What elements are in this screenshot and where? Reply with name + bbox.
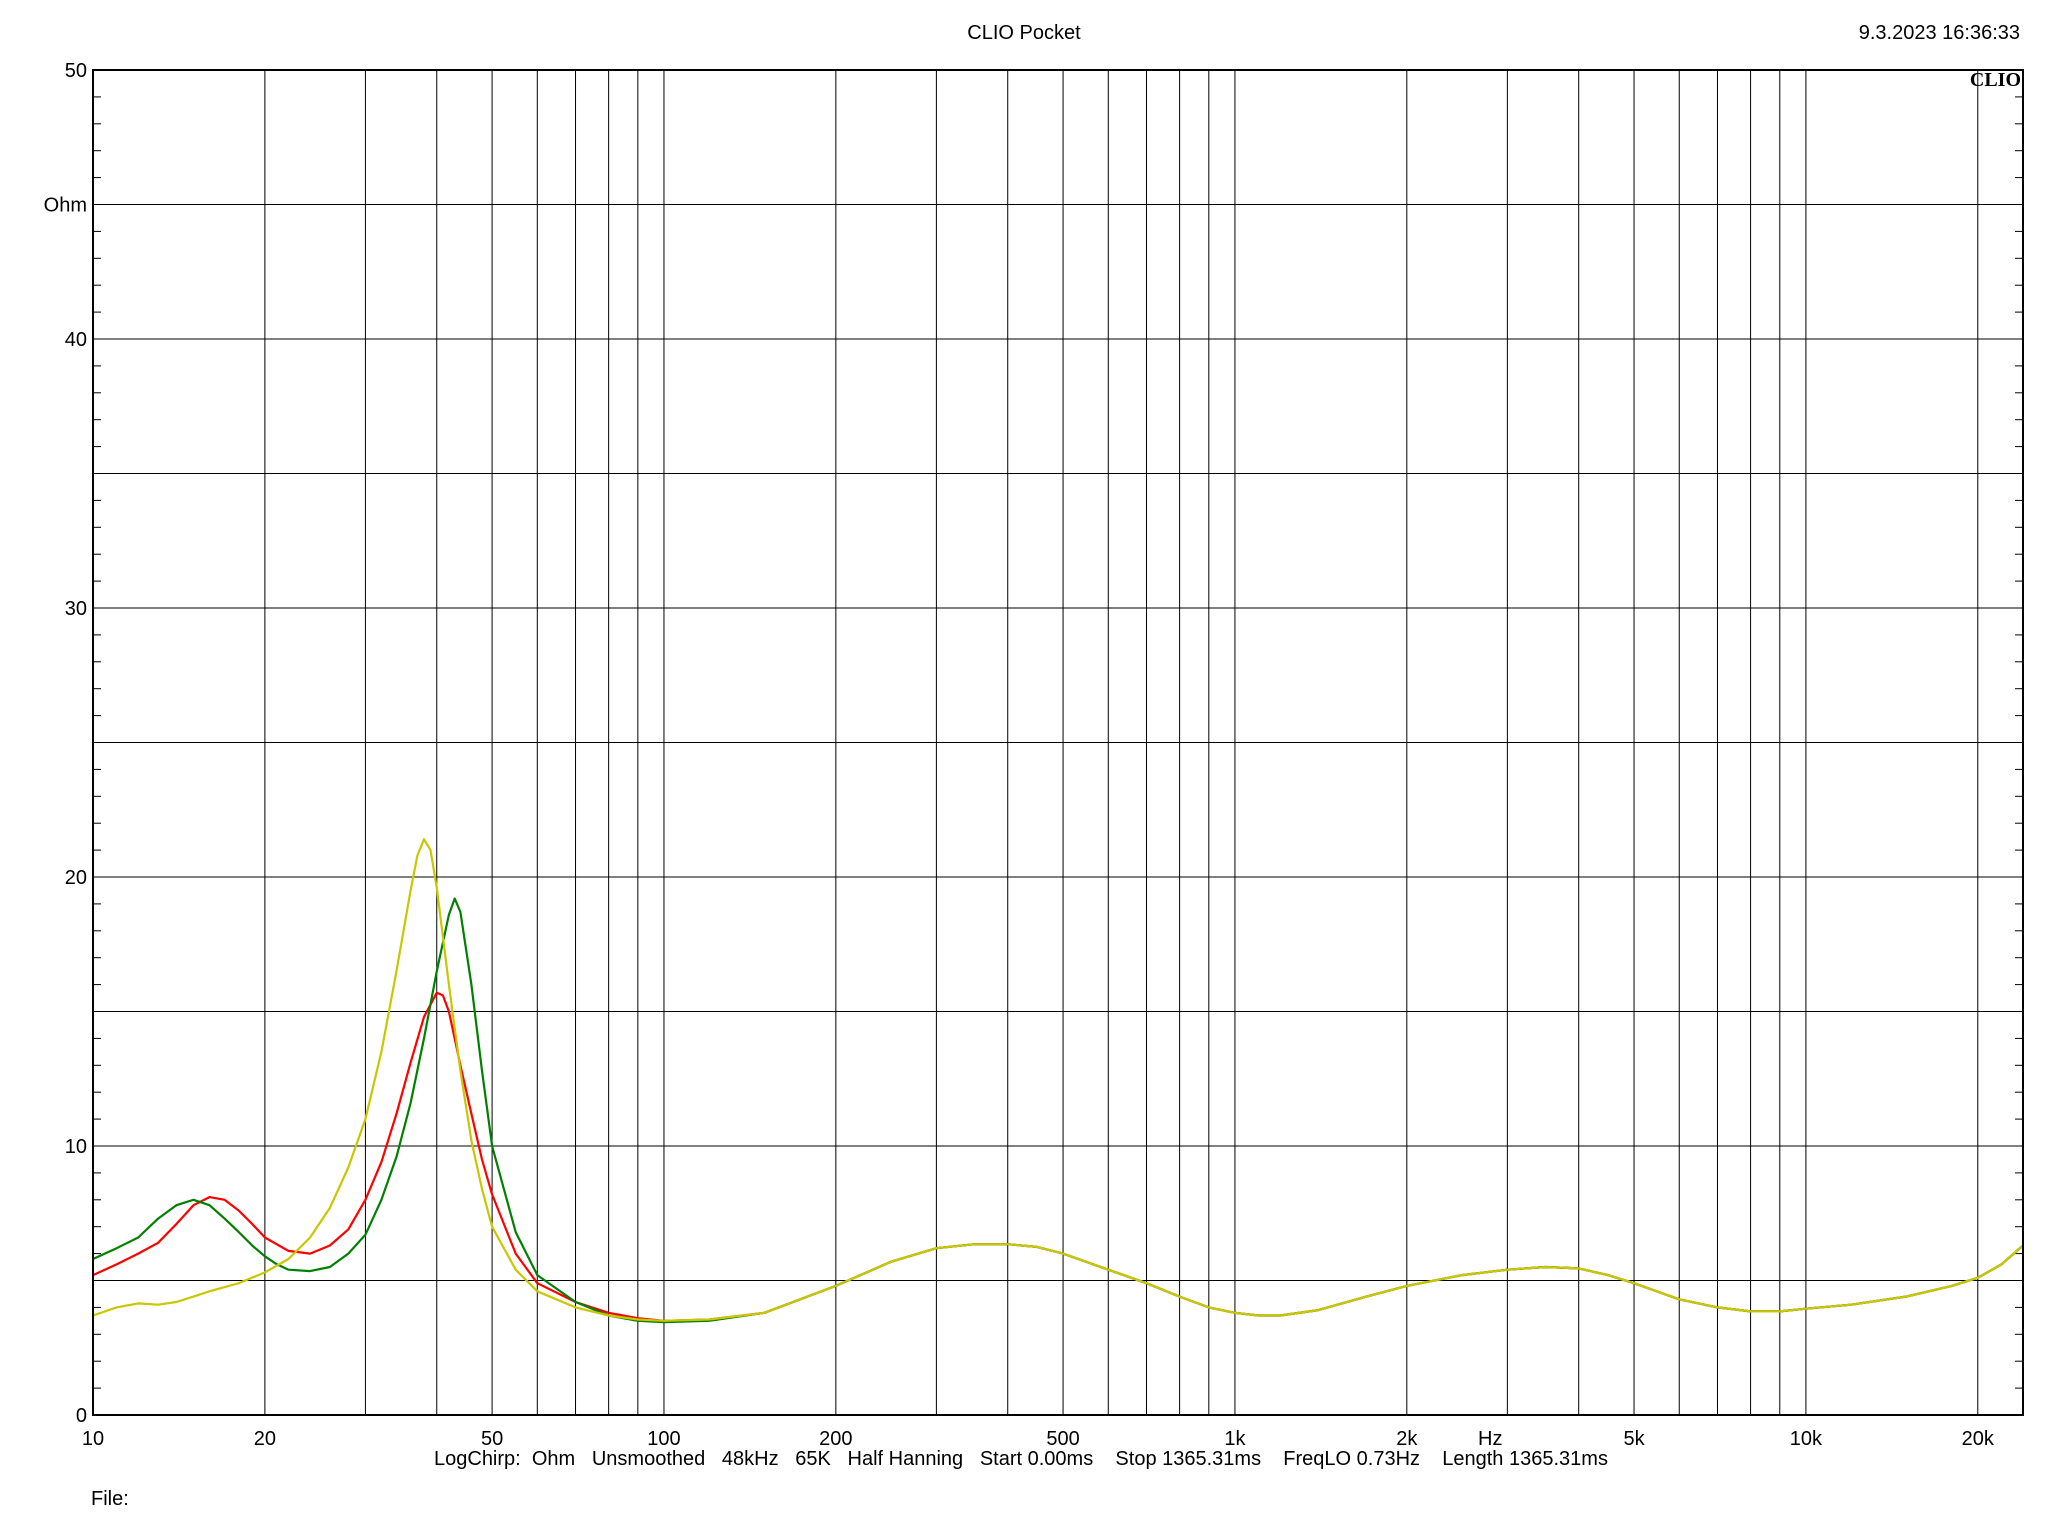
- x-tick-label: 2k: [1396, 1428, 1418, 1450]
- impedance-chart: 01020304050 10 20 50 100 200 500 1k 2k 5k 10k 20k …: [44, 60, 2024, 1450]
- grid-lines: [93, 70, 2023, 1415]
- y-tick-label: 50: [65, 60, 87, 82]
- x-tick-label: 200: [819, 1428, 852, 1450]
- x-tick-label: 20k: [1962, 1428, 1995, 1450]
- clio-brand-label: CLIO: [1970, 69, 2021, 91]
- y-tick-label: 40: [65, 329, 87, 351]
- impedance-curves: [92, 838, 2024, 1324]
- x-tick-label: 500: [1046, 1428, 1079, 1450]
- measurement-info: LogChirp: Ohm Unsmoothed 48kHz 65K Half …: [434, 1448, 1608, 1470]
- impedance-curve-3: [92, 838, 2024, 1322]
- impedance-curve-2: [92, 897, 2024, 1324]
- y-tick-label: 10: [65, 1136, 87, 1158]
- x-tick-label: 1k: [1224, 1428, 1246, 1450]
- x-axis-ticks: 10 20 50 100 200 500 1k 2k 5k 10k 20k: [82, 1428, 1995, 1450]
- y-tick-label: 30: [65, 598, 87, 620]
- file-label: File:: [91, 1488, 129, 1510]
- y-tick-label: 20: [65, 867, 87, 889]
- y-axis-ticks: 0 10 20 30 40 50: [65, 60, 2023, 1427]
- x-tick-label: 10k: [1790, 1428, 1823, 1450]
- y-axis-unit: Ohm: [44, 195, 87, 217]
- x-tick-label: 20: [254, 1428, 276, 1450]
- x-tick-label: 10: [82, 1428, 104, 1450]
- x-tick-label: 50: [481, 1428, 503, 1450]
- x-tick-label: 5k: [1623, 1428, 1645, 1450]
- x-axis-unit: Hz: [1478, 1428, 1502, 1450]
- x-tick-label: 100: [647, 1428, 680, 1450]
- y-tick-label: 0: [76, 1405, 87, 1427]
